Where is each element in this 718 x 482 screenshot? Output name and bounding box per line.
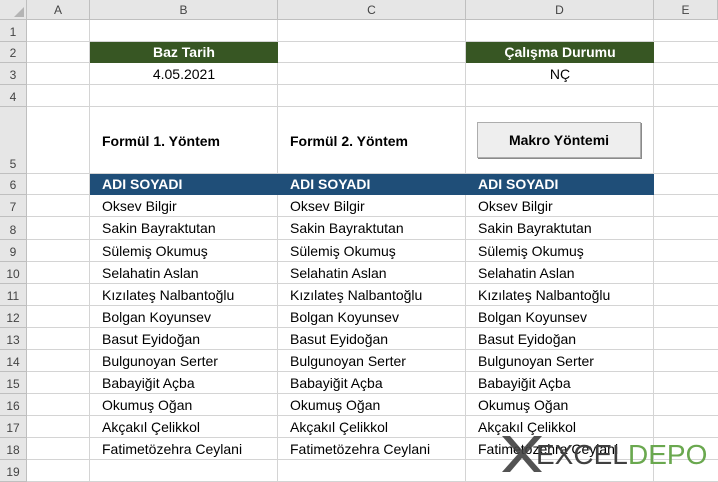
name-cell-d[interactable]: Bolgan Koyunsev	[478, 306, 587, 328]
makro-yontemi-button[interactable]: Makro Yöntemi	[477, 122, 641, 158]
name-cell-c[interactable]: Bolgan Koyunsev	[290, 306, 399, 328]
name-cell-c[interactable]: Okumuş Oğan	[290, 394, 380, 416]
name-cell-c[interactable]: Babayiğit Açba	[290, 372, 383, 394]
baz-tarih-header[interactable]: Baz Tarih	[90, 42, 278, 63]
calisma-durumu-value[interactable]: NÇ	[466, 63, 654, 85]
name-cell-c[interactable]: Sakin Bayraktutan	[290, 217, 404, 240]
name-cell-c[interactable]: Akçakıl Çelikkol	[290, 416, 388, 438]
column-gridline	[465, 20, 466, 482]
row-header-10[interactable]: 10	[0, 262, 27, 284]
name-cell-b[interactable]: Sülemiş Okumuş	[102, 240, 208, 262]
row-gridline	[27, 106, 718, 107]
row-header-11[interactable]: 11	[0, 284, 27, 306]
formul-1-heading[interactable]: Formül 1. Yöntem	[102, 130, 220, 152]
calisma-durumu-header[interactable]: Çalışma Durumu	[466, 42, 654, 63]
row-header-9[interactable]: 9	[0, 240, 27, 262]
name-cell-d[interactable]: Sakin Bayraktutan	[478, 217, 592, 240]
table-header-b[interactable]: ADI SOYADI	[90, 174, 278, 195]
logo-text-excel: EXCEL	[536, 439, 628, 470]
name-cell-c[interactable]: Sülemiş Okumuş	[290, 240, 396, 262]
name-cell-d[interactable]: Sülemiş Okumuş	[478, 240, 584, 262]
name-cell-b[interactable]: Sakin Bayraktutan	[102, 217, 216, 240]
column-gridline	[277, 20, 278, 482]
name-cell-b[interactable]: Akçakıl Çelikkol	[102, 416, 200, 438]
exceldepo-logo: EXCEL DEPO	[502, 436, 707, 472]
column-gridline	[653, 20, 654, 482]
row-header-4[interactable]: 4	[0, 85, 27, 107]
name-cell-b[interactable]: Bulgunoyan Serter	[102, 350, 218, 372]
column-header-c[interactable]: C	[278, 0, 466, 20]
row-header-6[interactable]: 6	[0, 174, 27, 195]
name-cell-b[interactable]: Fatimetözehra Ceylani	[102, 438, 242, 460]
row-header-13[interactable]: 13	[0, 328, 27, 350]
row-header-18[interactable]: 18	[0, 438, 27, 460]
name-cell-c[interactable]: Oksev Bilgir	[290, 195, 365, 217]
row-header-12[interactable]: 12	[0, 306, 27, 328]
name-cell-d[interactable]: Okumuş Oğan	[478, 394, 568, 416]
row-header-16[interactable]: 16	[0, 394, 27, 416]
name-cell-b[interactable]: Babayiğit Açba	[102, 372, 195, 394]
name-cell-c[interactable]: Bulgunoyan Serter	[290, 350, 406, 372]
row-header-7[interactable]: 7	[0, 195, 27, 217]
name-cell-c[interactable]: Basut Eyidoğan	[290, 328, 388, 350]
name-cell-d[interactable]: Bulgunoyan Serter	[478, 350, 594, 372]
name-cell-c[interactable]: Selahatin Aslan	[290, 262, 387, 284]
name-cell-b[interactable]: Basut Eyidoğan	[102, 328, 200, 350]
spreadsheet: A B C D E 1 2 3 4 5 6 7 8 9 10 11 12 13 14 15 16 17 18 19 …	[0, 0, 718, 482]
formul-2-heading[interactable]: Formül 2. Yöntem	[290, 130, 408, 152]
row-header-8[interactable]: 8	[0, 217, 27, 240]
name-cell-c[interactable]: Kızılateş Nalbantoğlu	[290, 284, 422, 306]
name-cell-d[interactable]: Oksev Bilgir	[478, 195, 553, 217]
row-header-5[interactable]: 5	[0, 107, 27, 174]
table-header-d[interactable]: ADI SOYADI	[466, 174, 654, 195]
table-header-c[interactable]: ADI SOYADI	[278, 174, 466, 195]
baz-tarih-value[interactable]: 4.05.2021	[90, 63, 278, 85]
row-header-19[interactable]: 19	[0, 460, 27, 482]
select-all-corner[interactable]	[0, 0, 27, 20]
column-gridline	[89, 20, 90, 482]
column-header-a[interactable]: A	[27, 0, 90, 20]
column-header-e[interactable]: E	[654, 0, 718, 20]
name-cell-d[interactable]: Selahatin Aslan	[478, 262, 575, 284]
name-cell-d[interactable]: Kızılateş Nalbantoğlu	[478, 284, 610, 306]
name-cell-d[interactable]: Basut Eyidoğan	[478, 328, 576, 350]
row-header-17[interactable]: 17	[0, 416, 27, 438]
name-cell-b[interactable]: Kızılateş Nalbantoğlu	[102, 284, 234, 306]
row-header-2[interactable]: 2	[0, 42, 27, 63]
row-header-1[interactable]: 1	[0, 20, 27, 42]
name-cell-b[interactable]: Okumuş Oğan	[102, 394, 192, 416]
row-header-14[interactable]: 14	[0, 350, 27, 372]
name-cell-d[interactable]: Babayiğit Açba	[478, 372, 571, 394]
row-header-15[interactable]: 15	[0, 372, 27, 394]
column-header-b[interactable]: B	[90, 0, 278, 20]
name-cell-c[interactable]: Fatimetözehra Ceylani	[290, 438, 430, 460]
row-header-3[interactable]: 3	[0, 63, 27, 85]
name-cell-b[interactable]: Selahatin Aslan	[102, 262, 199, 284]
logo-text-depo: DEPO	[628, 439, 707, 470]
name-cell-b[interactable]: Oksev Bilgir	[102, 195, 177, 217]
column-header-d[interactable]: D	[466, 0, 654, 20]
name-cell-b[interactable]: Bolgan Koyunsev	[102, 306, 211, 328]
